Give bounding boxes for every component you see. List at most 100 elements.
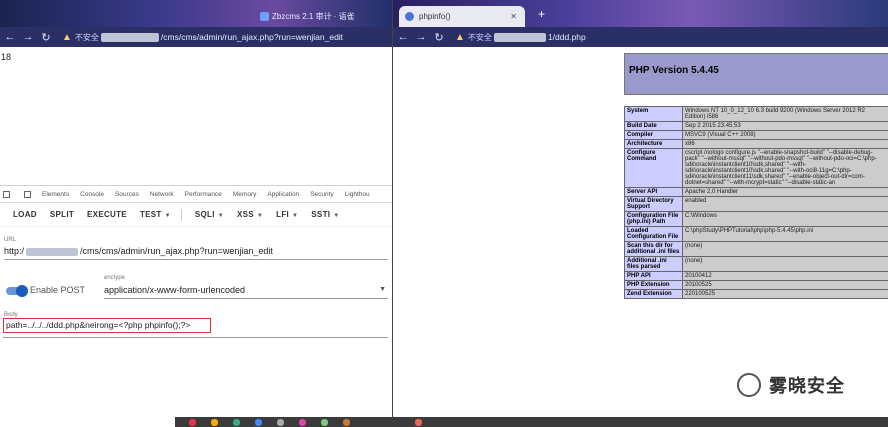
wechat-logo-icon (737, 373, 761, 397)
right-url-text: 1/ddd.php (547, 32, 586, 42)
toggle-knob (16, 285, 28, 297)
left-address-bar[interactable]: ← → ↻ ▲ 不安全 /cms/cms/admin/run_ajax.php?… (0, 27, 392, 47)
phpinfo-value: cscript /nologo configure.js "--enable-s… (682, 148, 888, 188)
phpinfo-key: PHP API (624, 271, 683, 281)
phpinfo-value: (none) (682, 241, 888, 257)
test-menu[interactable]: TEST ▼ (140, 210, 171, 219)
devtools-tab-elements[interactable]: Elements (42, 191, 69, 198)
execute-button[interactable]: EXECUTE (87, 210, 127, 219)
load-button[interactable]: LOAD (13, 210, 37, 219)
close-tab-icon[interactable]: ✕ (510, 6, 517, 27)
device-toggle-icon[interactable] (24, 190, 31, 198)
url-input[interactable]: http:/ /cms/cms/admin/run_ajax.php?run=we… (4, 246, 388, 260)
sqli-menu[interactable]: SQLI ▼ (195, 210, 224, 219)
taskbar (175, 417, 888, 427)
left-browser-window: Zbzcms 2.1 审计 · 语雀 ← → ↻ ▲ 不安全 /cms/cms/… (0, 0, 392, 427)
xss-label: XSS (236, 210, 254, 219)
warning-icon: ▲ (455, 31, 465, 43)
new-tab-plus-icon[interactable]: + (538, 7, 545, 21)
app-icon[interactable] (321, 419, 328, 426)
caret-down-icon: ▼ (333, 213, 340, 219)
phpinfo-row: Build Date Sep 2 2015 23:45:53 (624, 121, 888, 131)
devtools-tab-performance[interactable]: Performance (185, 191, 222, 198)
phpinfo-key: Virtual Directory Support (624, 196, 683, 212)
devtools-tab-application[interactable]: Application (267, 191, 299, 198)
toolbar-divider (180, 208, 182, 221)
phpinfo-value: Sep 2 2015 23:45:53 (682, 121, 888, 131)
phpinfo-value: C:\Windows (682, 211, 888, 227)
lfi-menu[interactable]: LFI ▼ (276, 210, 298, 219)
phpinfo-value: MSVC9 (Visual C++ 2008) (682, 130, 888, 140)
phpinfo-key: Build Date (624, 121, 683, 131)
insecure-label: 不安全 (74, 32, 99, 42)
split-button[interactable]: SPLIT (50, 210, 74, 219)
app-icon[interactable] (255, 419, 262, 426)
phpinfo-row: Configuration File (php.ini) Path C:\Wind… (624, 211, 888, 227)
right-address-bar[interactable]: ← → ↻ ▲ 不安全 1/ddd.php (393, 27, 888, 47)
enctype-select[interactable]: application/x-www-form-urlencoded ▼ (104, 285, 388, 299)
phpinfo-key: Scan this dir for additional .ini files (624, 241, 683, 257)
globe-icon (405, 12, 414, 21)
left-tab-bar: Zbzcms 2.1 审计 · 语雀 (0, 0, 392, 27)
app-icon[interactable] (211, 419, 218, 426)
redacted-host (26, 247, 79, 256)
phpinfo-key: Architecture (624, 139, 683, 149)
app-icon[interactable] (299, 419, 306, 426)
phpinfo-row: Virtual Directory Support enabled (624, 196, 888, 212)
phpinfo-row: System Windows NT 10_0_12_10 6.3 build 92… (624, 106, 888, 122)
sqli-label: SQLI (194, 210, 215, 219)
app-icon[interactable] (277, 419, 284, 426)
phpinfo-key: Loaded Configuration File (624, 226, 683, 242)
back-arrow-icon[interactable]: ← (395, 31, 411, 43)
phpinfo-key: Server API (624, 187, 683, 197)
caret-down-icon: ▼ (256, 213, 264, 219)
devtools-tab-sources[interactable]: Sources (115, 191, 139, 198)
xss-menu[interactable]: XSS ▼ (237, 210, 263, 219)
forward-arrow-icon[interactable]: → (20, 31, 36, 43)
enctype-value: application/x-www-form-urlencoded (104, 285, 246, 295)
phpinfo-row: Architecture x86 (624, 139, 888, 149)
body-underline (3, 337, 388, 338)
devtools-tab-console[interactable]: Console (80, 191, 104, 198)
ssti-menu[interactable]: SSTI ▼ (311, 210, 339, 219)
right-tab[interactable]: phpinfo() ✕ (399, 6, 525, 27)
phpinfo-key: Additional .ini files parsed (624, 256, 683, 272)
body-input[interactable]: path=../../../ddd.php&neirong=<?php phpi… (3, 318, 211, 333)
app-icon[interactable] (415, 419, 422, 426)
phpinfo-row: Scan this dir for additional .ini files(… (624, 241, 888, 257)
php-version-title: PHP Version 5.4.45 (629, 65, 719, 76)
response-output: 18 (1, 52, 12, 62)
left-tab-title: Zbzcms 2.1 审计 · 语雀 (272, 12, 355, 21)
reload-icon[interactable]: ↻ (431, 31, 447, 44)
app-icon[interactable] (189, 419, 196, 426)
phpinfo-key: System (624, 106, 683, 122)
phpinfo-value: Windows NT 10_0_12_10 6.3 build 9200 (Wi… (682, 106, 888, 122)
tab-favicon-icon (260, 12, 269, 22)
phpinfo-row: Zend Extension 220100525 (624, 289, 888, 299)
redacted-host (100, 32, 159, 42)
enable-post-label: Enable POST (30, 285, 86, 295)
phpinfo-key: PHP Extension (624, 280, 683, 290)
watermark: 雾晓安全 (737, 372, 845, 398)
inspect-icon[interactable] (3, 190, 10, 198)
devtools-tab-memory[interactable]: Memory (233, 191, 256, 198)
reload-icon[interactable]: ↻ (38, 31, 54, 44)
app-icon[interactable] (233, 419, 240, 426)
left-tab[interactable]: Zbzcms 2.1 审计 · 语雀 (260, 6, 355, 27)
back-arrow-icon[interactable]: ← (2, 31, 18, 43)
app-icon[interactable] (343, 419, 350, 426)
right-browser-window: phpinfo() ✕ + ← → ↻ ▲ 不安全 1/ddd.php PHP … (392, 0, 888, 427)
phpinfo-row: PHP Extension 20100525 (624, 280, 888, 290)
right-tab-title: phpinfo() (419, 12, 451, 21)
devtools-tab-network[interactable]: Network (150, 191, 174, 198)
phpinfo-value: C:\phpStudy\PHPTutorial\php\php-5.4.45\p… (682, 226, 888, 242)
devtools-tab-security[interactable]: Security (310, 191, 333, 198)
right-tab-bar: phpinfo() ✕ + (393, 0, 888, 27)
caret-down-icon: ▼ (217, 213, 224, 219)
devtools-tab-lighthouse[interactable]: Lighthou (345, 191, 370, 198)
caret-down-icon: ▼ (379, 286, 386, 293)
enable-post-toggle[interactable] (6, 285, 28, 297)
phpinfo-value: 20100525 (682, 280, 888, 290)
phpinfo-row: Additional .ini files parsed (none) (624, 256, 888, 272)
forward-arrow-icon[interactable]: → (413, 31, 429, 43)
